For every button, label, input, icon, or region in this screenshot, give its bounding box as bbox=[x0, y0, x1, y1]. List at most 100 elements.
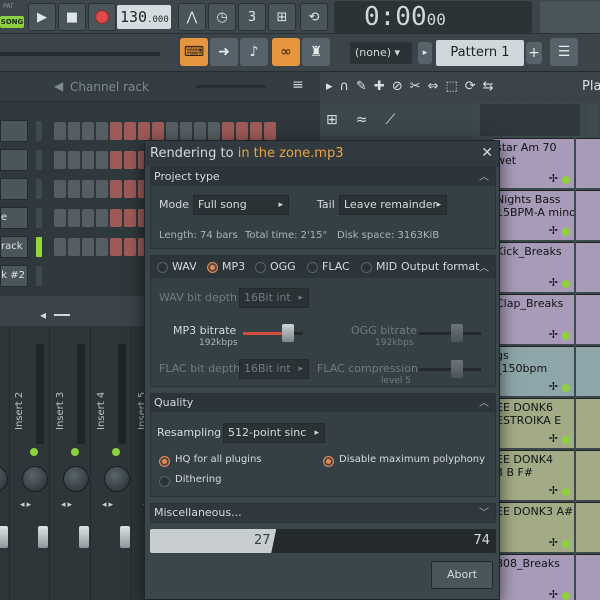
clip-mute-led[interactable] bbox=[562, 176, 570, 184]
clip-move-icon[interactable]: ✢ bbox=[549, 432, 558, 445]
playlist-clip[interactable] bbox=[576, 242, 600, 292]
chevron-up-icon[interactable]: ︿ bbox=[479, 259, 489, 274]
format-radio-flac[interactable] bbox=[307, 262, 318, 273]
playlist-clip[interactable] bbox=[576, 502, 600, 552]
step-button[interactable] bbox=[110, 180, 122, 198]
master-pitch-slider[interactable] bbox=[0, 52, 160, 56]
step-button[interactable] bbox=[166, 122, 178, 140]
clip-move-icon[interactable]: ✢ bbox=[549, 224, 558, 237]
ogg-bitrate-knob[interactable] bbox=[451, 324, 463, 342]
step-button[interactable] bbox=[124, 209, 136, 227]
step-button[interactable] bbox=[250, 122, 262, 140]
clip-mute-led[interactable] bbox=[562, 280, 570, 288]
countdown-button[interactable]: 3 bbox=[238, 3, 266, 31]
channel-name-button[interactable] bbox=[0, 149, 28, 171]
step-button[interactable] bbox=[208, 122, 220, 140]
flac-compression-track[interactable] bbox=[419, 368, 481, 371]
multilink-button[interactable]: ♜ bbox=[302, 38, 330, 66]
format-radio-ogg[interactable] bbox=[255, 262, 266, 273]
channel-select-led[interactable] bbox=[36, 150, 42, 170]
blend-button[interactable]: ♪ bbox=[240, 38, 268, 66]
playlist-clip[interactable]: EE DONK3 A# ✢ bbox=[494, 502, 574, 552]
browser-button[interactable]: ☰ bbox=[550, 38, 578, 66]
project-type-header[interactable]: Project type ︿ bbox=[151, 168, 495, 186]
step-button[interactable] bbox=[124, 180, 136, 198]
step-button[interactable] bbox=[54, 238, 66, 256]
pat-song-switch[interactable]: PAT SONG bbox=[0, 2, 24, 32]
step-button[interactable] bbox=[82, 238, 94, 256]
step-edit-button[interactable]: ⊞ bbox=[268, 3, 296, 31]
step-button[interactable] bbox=[96, 122, 108, 140]
channel-select-led[interactable] bbox=[36, 266, 42, 286]
step-button[interactable] bbox=[194, 122, 206, 140]
flac-compression-knob[interactable] bbox=[451, 360, 463, 378]
step-button[interactable] bbox=[82, 209, 94, 227]
insert-fader[interactable] bbox=[38, 526, 48, 548]
mixer-insert[interactable]: Insert 3 ◂▸ bbox=[51, 326, 91, 600]
link-button[interactable]: ∞ bbox=[272, 38, 300, 66]
insert-pan-knob[interactable] bbox=[22, 466, 48, 492]
loop-record-button[interactable]: ⟲ bbox=[300, 3, 328, 31]
scroll-left-icon[interactable]: ◂ bbox=[40, 308, 46, 322]
channel-name-button[interactable] bbox=[0, 120, 28, 142]
stop-button[interactable]: ■ bbox=[58, 3, 86, 31]
play-button[interactable]: ▶ bbox=[28, 3, 56, 31]
snap-select[interactable]: (none) ▾ bbox=[350, 42, 412, 64]
mode-select[interactable]: Full song ▸ bbox=[193, 195, 289, 215]
metronome-button[interactable]: ⋀ bbox=[178, 3, 206, 31]
insert-fader[interactable] bbox=[0, 526, 8, 548]
step-button[interactable] bbox=[138, 122, 150, 140]
playlist-clip[interactable]: EE DONK4 3 B F# ✢ bbox=[494, 450, 574, 500]
tempo-display[interactable]: 130.000 bbox=[117, 5, 171, 29]
flac-bit-depth-select[interactable]: 16Bit int ▸ bbox=[239, 359, 309, 379]
playlist-timeline[interactable] bbox=[480, 104, 580, 136]
step-button[interactable] bbox=[110, 122, 122, 140]
clip-move-icon[interactable]: ✢ bbox=[549, 328, 558, 341]
playlist-clip[interactable]: gs _150bpm ✢ bbox=[494, 346, 574, 396]
clip-move-icon[interactable]: ✢ bbox=[549, 484, 558, 497]
misc-header[interactable]: Miscellaneous... ﹀ bbox=[151, 504, 495, 522]
insert-fader[interactable] bbox=[79, 526, 89, 548]
step-button[interactable] bbox=[180, 122, 192, 140]
step-button[interactable] bbox=[68, 209, 80, 227]
channel-select-led[interactable] bbox=[36, 237, 42, 257]
playlist-clip[interactable] bbox=[576, 138, 600, 188]
insert-led[interactable] bbox=[30, 448, 38, 456]
options-icon[interactable]: ≡ bbox=[292, 77, 304, 93]
playlist-clip[interactable]: Clap_Breaks ✢ bbox=[494, 294, 574, 344]
step-mode-button[interactable]: ➜ bbox=[210, 38, 238, 66]
insert-route-arrows[interactable]: ◂▸ bbox=[20, 500, 33, 510]
format-radio-mp3[interactable] bbox=[207, 262, 218, 273]
clip-mute-led[interactable] bbox=[562, 488, 570, 496]
step-button[interactable] bbox=[54, 180, 66, 198]
step-button[interactable] bbox=[124, 122, 136, 140]
clip-move-icon[interactable]: ✢ bbox=[549, 588, 558, 600]
channel-name-button[interactable] bbox=[0, 178, 28, 200]
step-button[interactable] bbox=[96, 209, 108, 227]
channel-name-button[interactable]: ck #2 bbox=[0, 265, 28, 287]
resampling-select[interactable]: 512-point sinc ▸ bbox=[223, 423, 325, 443]
channel-select-led[interactable] bbox=[36, 121, 42, 141]
step-button[interactable] bbox=[152, 122, 164, 140]
playlist-clip[interactable] bbox=[576, 294, 600, 344]
ogg-bitrate-track[interactable] bbox=[419, 332, 481, 335]
step-button[interactable] bbox=[96, 180, 108, 198]
step-button[interactable] bbox=[222, 122, 234, 140]
mixer-insert[interactable]: Insert 2 ◂▸ bbox=[10, 326, 50, 600]
insert-pan-knob[interactable] bbox=[104, 466, 130, 492]
step-button[interactable] bbox=[124, 151, 136, 169]
step-button[interactable] bbox=[264, 122, 276, 140]
insert-led[interactable] bbox=[112, 448, 120, 456]
playlist-clip[interactable]: star Am 70 wet ✢ bbox=[494, 138, 574, 188]
channel-name-button[interactable]: e bbox=[0, 207, 28, 229]
typing-keyboard-button[interactable]: ⌨ bbox=[180, 38, 208, 66]
clip-mute-led[interactable] bbox=[562, 540, 570, 548]
step-button[interactable] bbox=[236, 122, 248, 140]
clip-mute-led[interactable] bbox=[562, 592, 570, 600]
channel-name-button[interactable]: rack bbox=[0, 236, 28, 258]
abort-button[interactable]: Abort bbox=[431, 561, 493, 589]
playlist-clip[interactable] bbox=[576, 554, 600, 600]
insert-route-arrows[interactable]: ◂▸ bbox=[61, 500, 74, 510]
insert-led[interactable] bbox=[71, 448, 79, 456]
step-button[interactable] bbox=[68, 122, 80, 140]
